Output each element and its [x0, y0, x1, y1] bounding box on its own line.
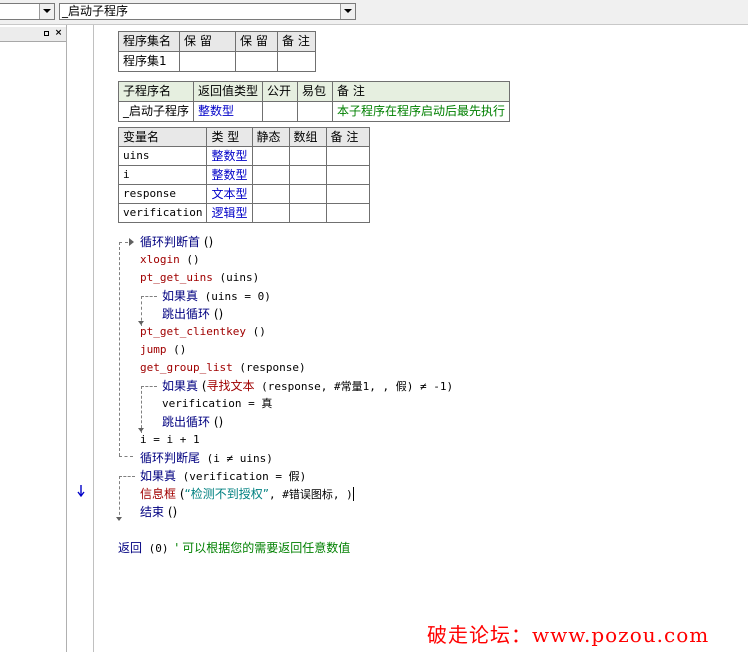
- table-cell[interactable]: [297, 101, 334, 122]
- table-cell[interactable]: [325, 165, 370, 185]
- table-cell[interactable]: _启动子程序: [117, 101, 195, 122]
- flow-guide: [119, 456, 133, 457]
- table-cell[interactable]: [179, 51, 236, 72]
- variable-table: 变量名 类 型 静态 数组 备 注 uins 整数型 i 整数型 respons…: [117, 127, 370, 223]
- table-cell[interactable]: [288, 184, 327, 204]
- flow-guide: [119, 242, 128, 243]
- code-line[interactable]: 如果真 (uins = 0): [162, 288, 271, 305]
- table-cell[interactable]: 整数型: [193, 101, 264, 122]
- table-cell[interactable]: [235, 51, 278, 72]
- code-line[interactable]: jump (): [140, 342, 186, 358]
- code-editor[interactable]: 程序集名 保 留 保 留 备 注 程序集1 子程序名 返回值类型 公开 易包 备…: [94, 25, 748, 652]
- table-cell[interactable]: [325, 146, 370, 166]
- header-cell: 易包: [297, 81, 334, 102]
- toolbar: _启动子程序: [0, 0, 748, 25]
- code-line[interactable]: 跳出循环 (): [162, 306, 223, 322]
- header-cell: 公开: [262, 81, 299, 102]
- table-cell[interactable]: [262, 101, 299, 122]
- header-cell: 静态: [251, 127, 290, 147]
- header-cell: 保 留: [235, 31, 278, 52]
- header-cell: 数组: [288, 127, 327, 147]
- left-pane: ×: [0, 25, 67, 652]
- flow-guide: [119, 242, 120, 456]
- flow-guide: [141, 296, 157, 297]
- table-cell[interactable]: [251, 184, 290, 204]
- flow-guide: [141, 386, 142, 433]
- pane-header: ×: [0, 27, 66, 42]
- editor-gutter: [67, 25, 94, 652]
- sub-combo[interactable]: _启动子程序: [59, 3, 356, 20]
- flow-arrow-icon: [116, 517, 122, 521]
- table-cell[interactable]: [251, 165, 290, 185]
- table-cell[interactable]: [251, 203, 290, 223]
- header-cell: 返回值类型: [193, 81, 264, 102]
- table-cell[interactable]: [251, 146, 290, 166]
- flow-guide: [119, 476, 120, 520]
- header-cell: 备 注: [325, 127, 370, 147]
- header-cell: 备 注: [332, 81, 511, 102]
- table-cell[interactable]: [277, 51, 316, 72]
- table-cell[interactable]: 本子程序在程序启动后最先执行: [332, 101, 511, 122]
- code-line[interactable]: pt_get_uins (uins): [140, 270, 259, 286]
- current-line-arrow-icon: [77, 485, 85, 498]
- code-line[interactable]: xlogin (): [140, 252, 200, 268]
- pin-icon[interactable]: [41, 28, 52, 39]
- watermark: 破走论坛：www.pozou.com: [427, 623, 710, 647]
- code-line[interactable]: 结束 (): [140, 504, 177, 520]
- code-line[interactable]: 循环判断首 (): [140, 234, 213, 250]
- header-cell: 变量名: [117, 127, 208, 147]
- table-cell[interactable]: [288, 146, 327, 166]
- header-cell: 类 型: [206, 127, 253, 147]
- code-line[interactable]: 如果真 (寻找文本 (response, #常量1, , 假) ≠ -1): [162, 378, 453, 395]
- flow-guide: [141, 386, 157, 387]
- code-line[interactable]: i = i + 1: [140, 432, 200, 448]
- table-cell[interactable]: verification: [117, 203, 208, 223]
- code-line[interactable]: 返回 (0) ' 可以根据您的需要返回任意数值: [118, 540, 350, 557]
- close-icon[interactable]: ×: [53, 28, 64, 39]
- sub-combo-value: _启动子程序: [62, 4, 129, 18]
- table-cell[interactable]: 整数型: [206, 165, 253, 185]
- text-caret: [352, 487, 354, 501]
- loop-marker-icon: [129, 238, 134, 246]
- assembly-table: 程序集名 保 留 保 留 备 注 程序集1: [118, 31, 316, 72]
- table-cell[interactable]: i: [117, 165, 208, 185]
- code-line-current[interactable]: 信息框 (“检测不到授权”, #错误图标, ): [140, 486, 354, 503]
- code-line[interactable]: get_group_list (response): [140, 360, 306, 376]
- code-line[interactable]: pt_get_clientkey (): [140, 324, 266, 340]
- object-combo[interactable]: [0, 3, 55, 20]
- header-cell: 子程序名: [117, 81, 195, 102]
- table-cell[interactable]: uins: [117, 146, 208, 166]
- subroutine-table: 子程序名 返回值类型 公开 易包 备 注 _启动子程序 整数型 本子程序在程序启…: [117, 81, 511, 122]
- table-cell[interactable]: [325, 203, 370, 223]
- code-line[interactable]: verification = 真: [162, 396, 272, 412]
- code-line[interactable]: 跳出循环 (): [162, 414, 223, 430]
- code-line[interactable]: 循环判断尾 (i ≠ uins): [140, 450, 273, 467]
- chevron-down-icon[interactable]: [340, 4, 355, 19]
- table-cell[interactable]: 整数型: [206, 146, 253, 166]
- flow-guide: [119, 476, 135, 477]
- table-cell[interactable]: 程序集1: [118, 51, 180, 72]
- header-cell: 保 留: [179, 31, 236, 52]
- table-cell[interactable]: 逻辑型: [206, 203, 253, 223]
- table-cell[interactable]: [325, 184, 370, 204]
- table-cell[interactable]: 文本型: [206, 184, 253, 204]
- table-cell[interactable]: [288, 203, 327, 223]
- header-cell: 程序集名: [118, 31, 180, 52]
- header-cell: 备 注: [277, 31, 316, 52]
- code-line[interactable]: 如果真 (verification = 假): [140, 468, 306, 485]
- table-cell[interactable]: response: [117, 184, 208, 204]
- chevron-down-icon[interactable]: [39, 4, 54, 19]
- table-cell[interactable]: [288, 165, 327, 185]
